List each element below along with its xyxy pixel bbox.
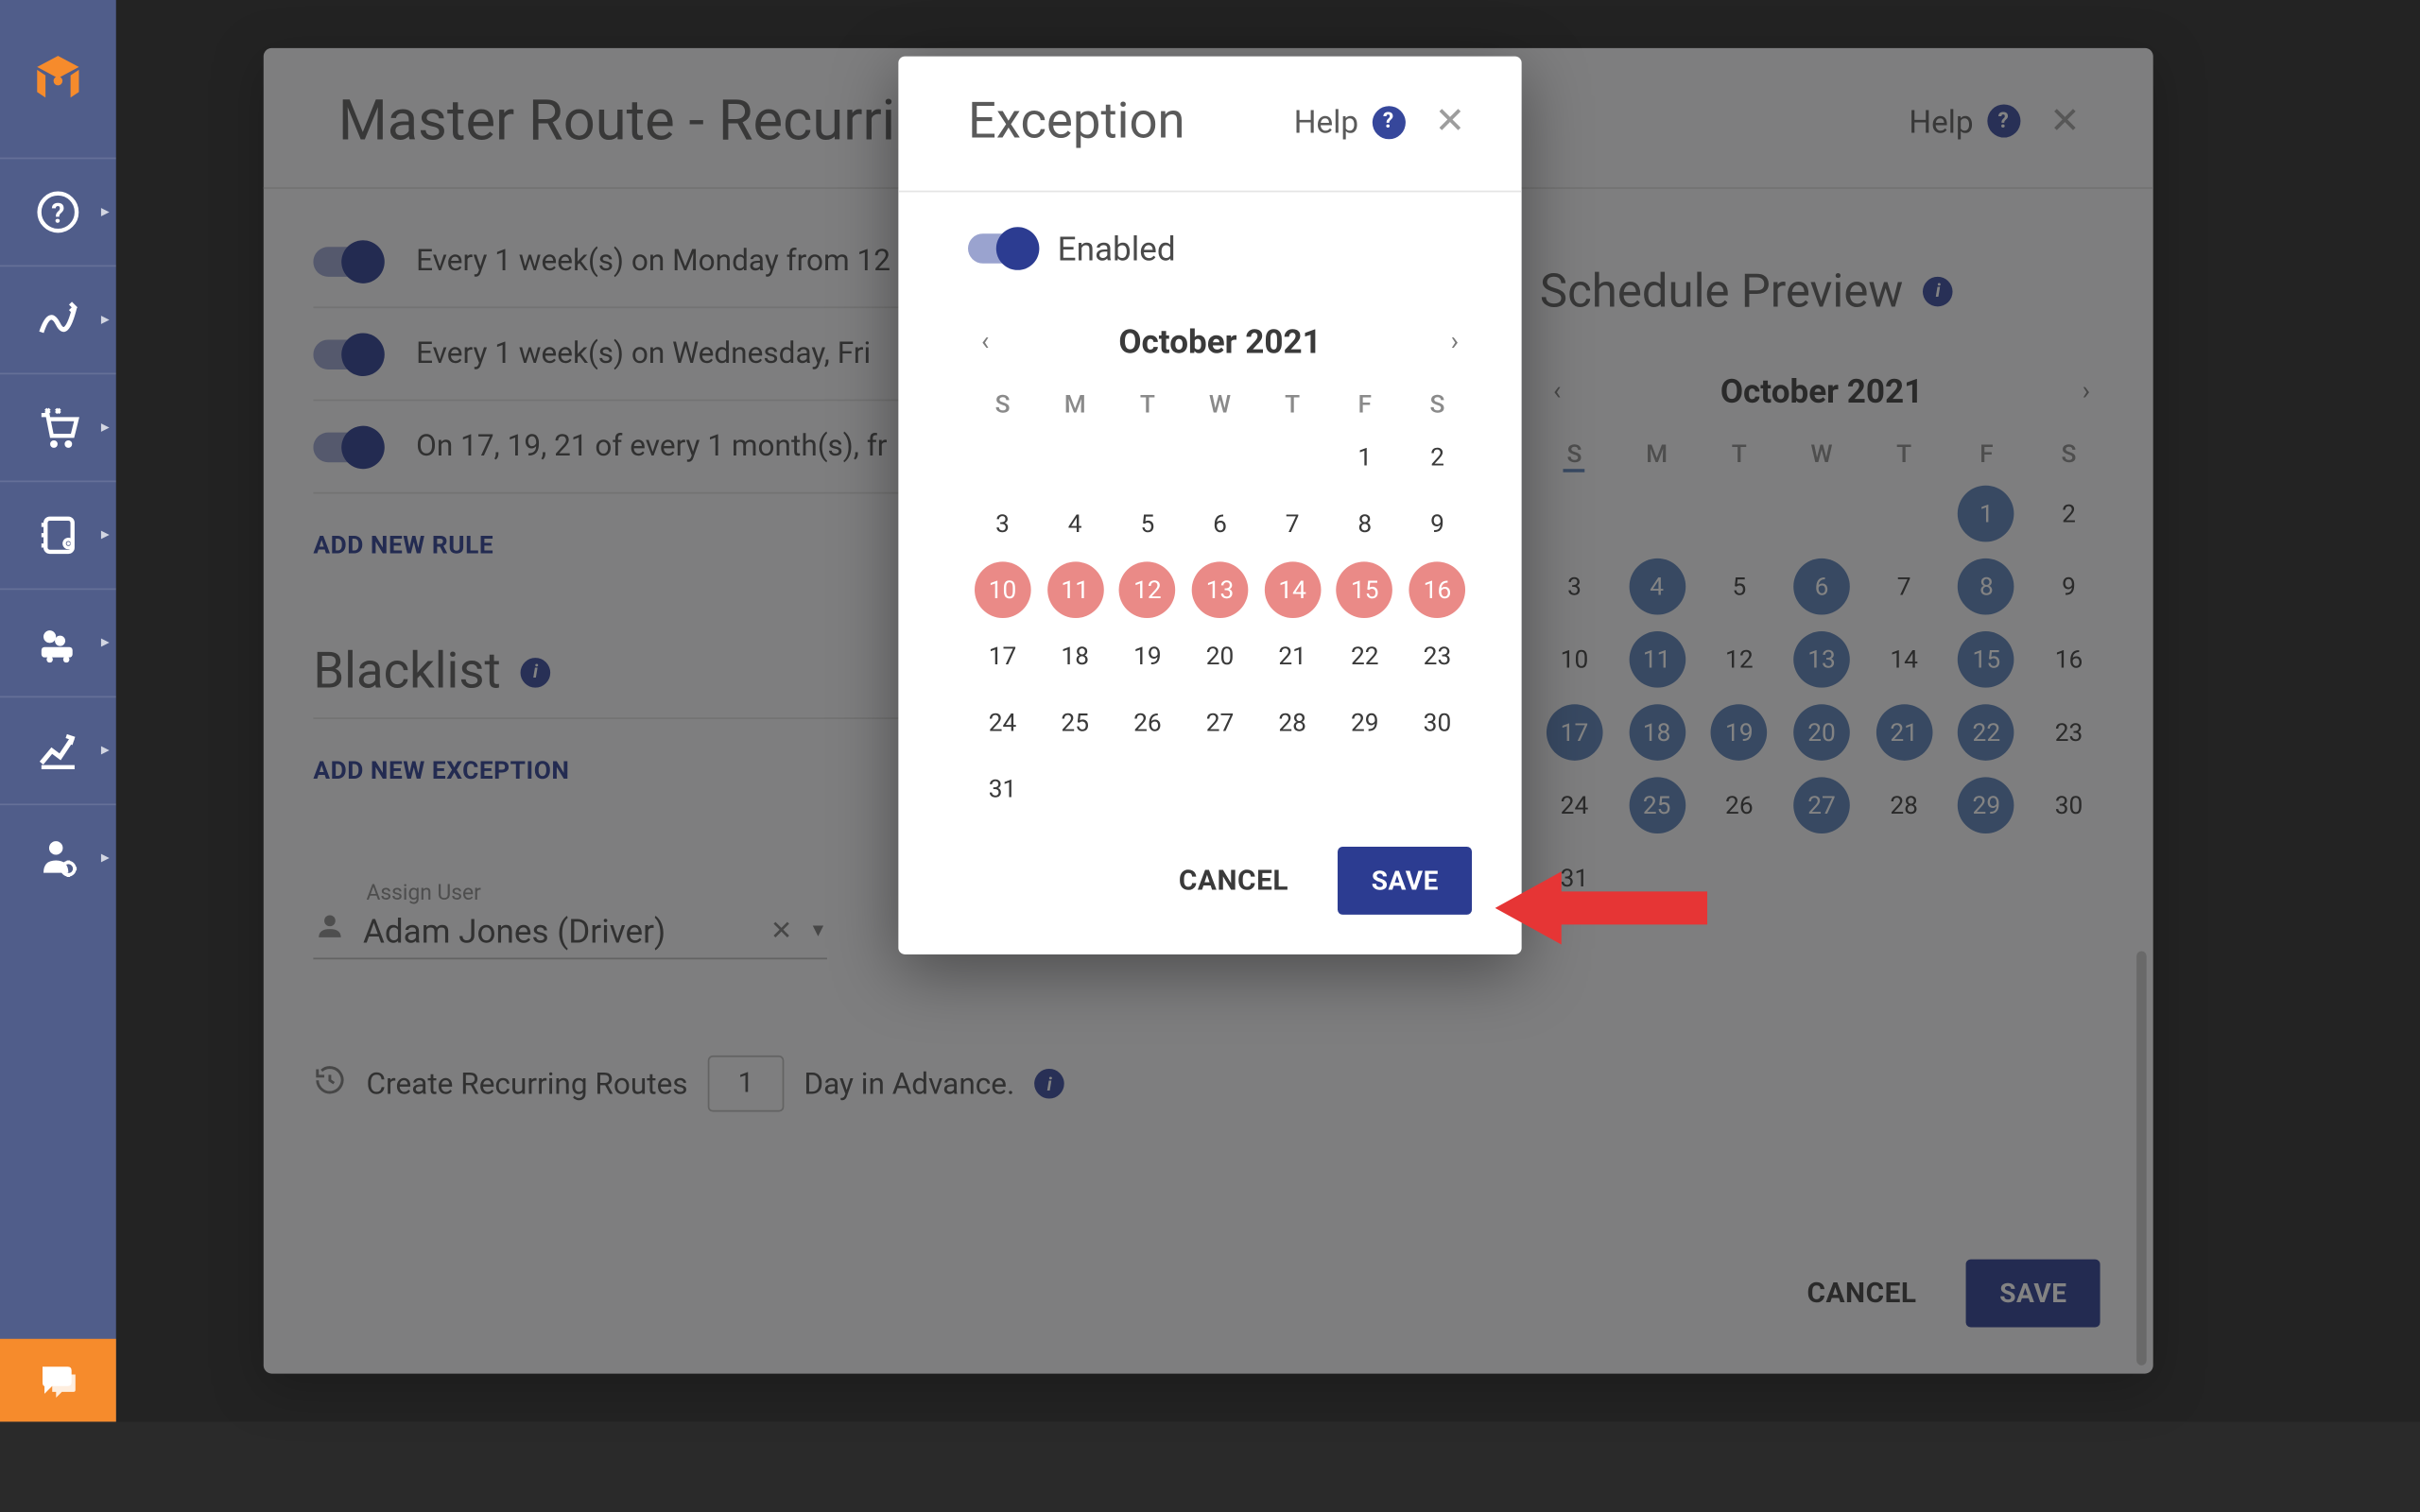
calendar-day[interactable]: 15 <box>1337 561 1393 618</box>
nav-orders[interactable]: ▸ <box>0 373 116 481</box>
calendar-day[interactable]: 18 <box>1041 628 1110 685</box>
save-button[interactable]: SAVE <box>1339 847 1472 915</box>
calendar-day[interactable]: 25 <box>1041 695 1110 751</box>
calendar-day[interactable]: 30 <box>1403 695 1472 751</box>
calendar-day[interactable]: 20 <box>1185 628 1254 685</box>
calendar-day[interactable]: 14 <box>1264 561 1321 618</box>
calendar-dow: W <box>1185 389 1254 420</box>
prev-month-button[interactable]: ‹ <box>968 318 1002 363</box>
calendar-day[interactable]: 10 <box>975 561 1031 618</box>
calendar-day[interactable]: 8 <box>1330 495 1399 552</box>
calendar-dow: F <box>1330 389 1399 420</box>
chevron-right-icon: ▸ <box>101 203 110 221</box>
exception-title: Exception <box>968 93 1185 150</box>
calendar-day[interactable]: 5 <box>1113 495 1182 552</box>
exception-month-label: October 2021 <box>1118 320 1321 360</box>
calendar-dow: T <box>1258 389 1327 420</box>
calendar-day[interactable]: 16 <box>1409 561 1466 618</box>
calendar-day[interactable]: 2 <box>1403 429 1472 486</box>
cancel-button[interactable]: CANCEL <box>1166 848 1302 914</box>
chevron-right-icon: ▸ <box>101 850 110 868</box>
calendar-day[interactable]: 17 <box>968 628 1037 685</box>
help-icon: ? <box>1372 105 1405 138</box>
nav-analytics[interactable]: ▸ <box>0 696 116 803</box>
chevron-right-icon: ▸ <box>101 311 110 329</box>
enabled-label: Enabled <box>1058 229 1176 268</box>
calendar-day[interactable]: 24 <box>968 695 1037 751</box>
calendar-day[interactable]: 4 <box>1041 495 1110 552</box>
calendar-day[interactable]: 9 <box>1403 495 1472 552</box>
calendar-day[interactable]: 27 <box>1185 695 1254 751</box>
next-month-button[interactable]: › <box>1438 318 1472 363</box>
exception-calendar: ‹ October 2021 › SMTWTFS1234567891011121… <box>968 318 1472 817</box>
calendar-dow: M <box>1041 389 1110 420</box>
logo <box>0 0 116 158</box>
calendar-day[interactable]: 11 <box>1046 561 1103 618</box>
calendar-dow: S <box>968 389 1037 420</box>
sidebar: ? ▸ ▸ ▸ ▸ ▸ ▸ ▸ <box>0 0 116 1421</box>
close-button[interactable]: ✕ <box>1428 101 1472 143</box>
calendar-day[interactable]: 28 <box>1258 695 1327 751</box>
calendar-day[interactable]: 7 <box>1258 495 1327 552</box>
calendar-day[interactable]: 12 <box>1119 561 1176 618</box>
nav-fleet[interactable]: ▸ <box>0 588 116 696</box>
calendar-day[interactable]: 23 <box>1403 628 1472 685</box>
calendar-dow: S <box>1403 389 1472 420</box>
calendar-day[interactable]: 1 <box>1330 429 1399 486</box>
chevron-right-icon: ▸ <box>101 634 110 652</box>
calendar-day[interactable]: 13 <box>1192 561 1249 618</box>
svg-text:?: ? <box>51 198 64 229</box>
chevron-right-icon: ▸ <box>101 419 110 437</box>
calendar-day[interactable]: 19 <box>1113 628 1182 685</box>
chevron-right-icon: ▸ <box>101 742 110 760</box>
chevron-right-icon: ▸ <box>101 526 110 544</box>
calendar-day[interactable]: 29 <box>1330 695 1399 751</box>
nav-help[interactable]: ? ▸ <box>0 158 116 266</box>
calendar-day[interactable]: 3 <box>968 495 1037 552</box>
enabled-toggle[interactable] <box>968 233 1034 264</box>
exception-modal: Exception Help ? ✕ Enabled ‹ October 202… <box>898 57 1521 954</box>
nav-routes[interactable]: ▸ <box>0 266 116 373</box>
calendar-day[interactable]: 22 <box>1330 628 1399 685</box>
calendar-day[interactable]: 6 <box>1185 495 1254 552</box>
logo-icon <box>24 43 94 113</box>
nav-addressbook[interactable]: ▸ <box>0 480 116 588</box>
calendar-day[interactable]: 31 <box>968 761 1037 817</box>
calendar-day[interactable]: 26 <box>1113 695 1182 751</box>
help-link[interactable]: Help ? <box>1294 103 1405 141</box>
calendar-day[interactable]: 21 <box>1258 628 1327 685</box>
calendar-dow: T <box>1113 389 1182 420</box>
nav-user-settings[interactable]: ▸ <box>0 803 116 911</box>
help-label: Help <box>1294 103 1358 141</box>
nav-chat[interactable] <box>0 1339 116 1422</box>
